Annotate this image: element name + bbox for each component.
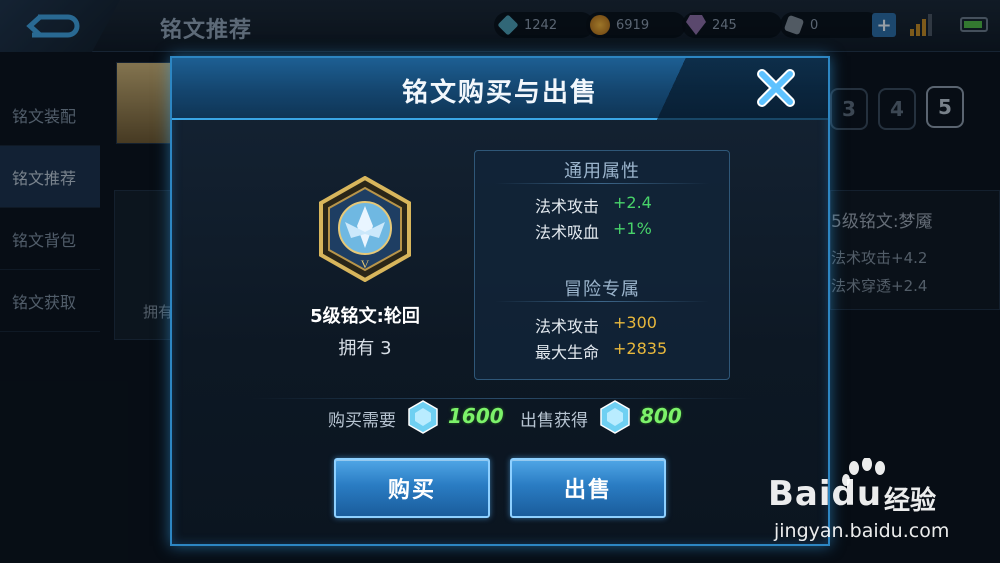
close-button[interactable] (752, 66, 800, 110)
sell-gain-value: 800 (640, 404, 682, 428)
buy-cost-label: 购买需要 (328, 411, 396, 431)
general-attr-title: 通用属性 (564, 161, 640, 182)
divider (252, 398, 752, 399)
watermark-logo-cn: 经验 (884, 486, 937, 516)
watermark-logo-text: Baidu (768, 474, 883, 514)
buy-cost-value: 1600 (448, 404, 504, 428)
attr-row: 法术攻击 +300 (534, 313, 657, 336)
attr-row: 法术攻击 +2.4 (534, 193, 652, 216)
rune-trade-dialog: 铭文购买与出售 V 5级铭文:轮回 拥有 3 通用属性 法术攻击 +2.4 法术… (170, 56, 830, 546)
attr-row: 法术吸血 +1% (534, 219, 652, 242)
divider (495, 183, 709, 184)
dialog-header: 铭文购买与出售 (172, 58, 828, 120)
watermark-url: jingyan.baidu.com (774, 520, 950, 542)
crystal-icon (600, 400, 630, 434)
adventure-attr-title: 冒险专属 (564, 279, 640, 300)
attribute-panel: 通用属性 法术攻击 +2.4 法术吸血 +1% 冒险专属 法术攻击 +300 最… (474, 150, 730, 380)
svg-text:V: V (361, 257, 370, 271)
rune-name: 5级铭文:轮回 (310, 306, 420, 327)
dialog-title: 铭文购买与出售 (401, 78, 598, 108)
attr-row: 最大生命 +2835 (534, 339, 668, 362)
rune-emblem-icon: V (319, 176, 411, 282)
owned-count: 拥有 3 (338, 338, 392, 359)
divider (495, 301, 709, 302)
buy-button[interactable]: 购买 (334, 458, 490, 518)
crystal-icon (408, 400, 438, 434)
close-icon (757, 69, 795, 107)
sell-gain-label: 出售获得 (520, 411, 588, 431)
sell-button[interactable]: 出售 (510, 458, 666, 518)
